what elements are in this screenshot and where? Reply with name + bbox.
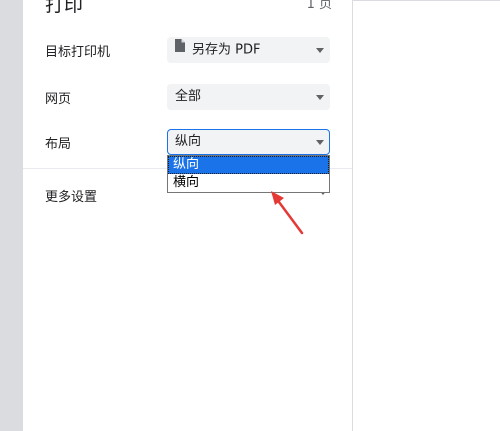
annotation-arrow-icon <box>271 191 304 235</box>
chevron-down-icon <box>316 140 324 145</box>
page-count: 1 页 <box>306 0 332 12</box>
more-settings-toggle[interactable]: 更多设置 <box>45 186 97 205</box>
layout-select[interactable]: 纵向 <box>167 129 330 155</box>
print-preview-area <box>353 0 500 431</box>
window-left-edge <box>0 0 23 431</box>
pages-label: 网页 <box>45 92 72 107</box>
print-title: 打印 <box>45 0 84 16</box>
chevron-down-icon <box>316 48 324 53</box>
document-icon <box>175 36 185 62</box>
preview-top-border <box>353 0 500 1</box>
destination-value: 另存为 PDF <box>192 42 261 58</box>
pages-select[interactable]: 全部 <box>167 84 330 110</box>
layout-label: 布局 <box>45 137 72 152</box>
pages-value: 全部 <box>175 89 202 104</box>
layout-option-portrait[interactable]: 纵向 <box>168 156 329 174</box>
chevron-down-icon <box>316 95 324 100</box>
layout-value: 纵向 <box>175 134 202 149</box>
destination-label: 目标打印机 <box>45 45 111 60</box>
destination-select[interactable]: 另存为 PDF <box>167 37 330 63</box>
